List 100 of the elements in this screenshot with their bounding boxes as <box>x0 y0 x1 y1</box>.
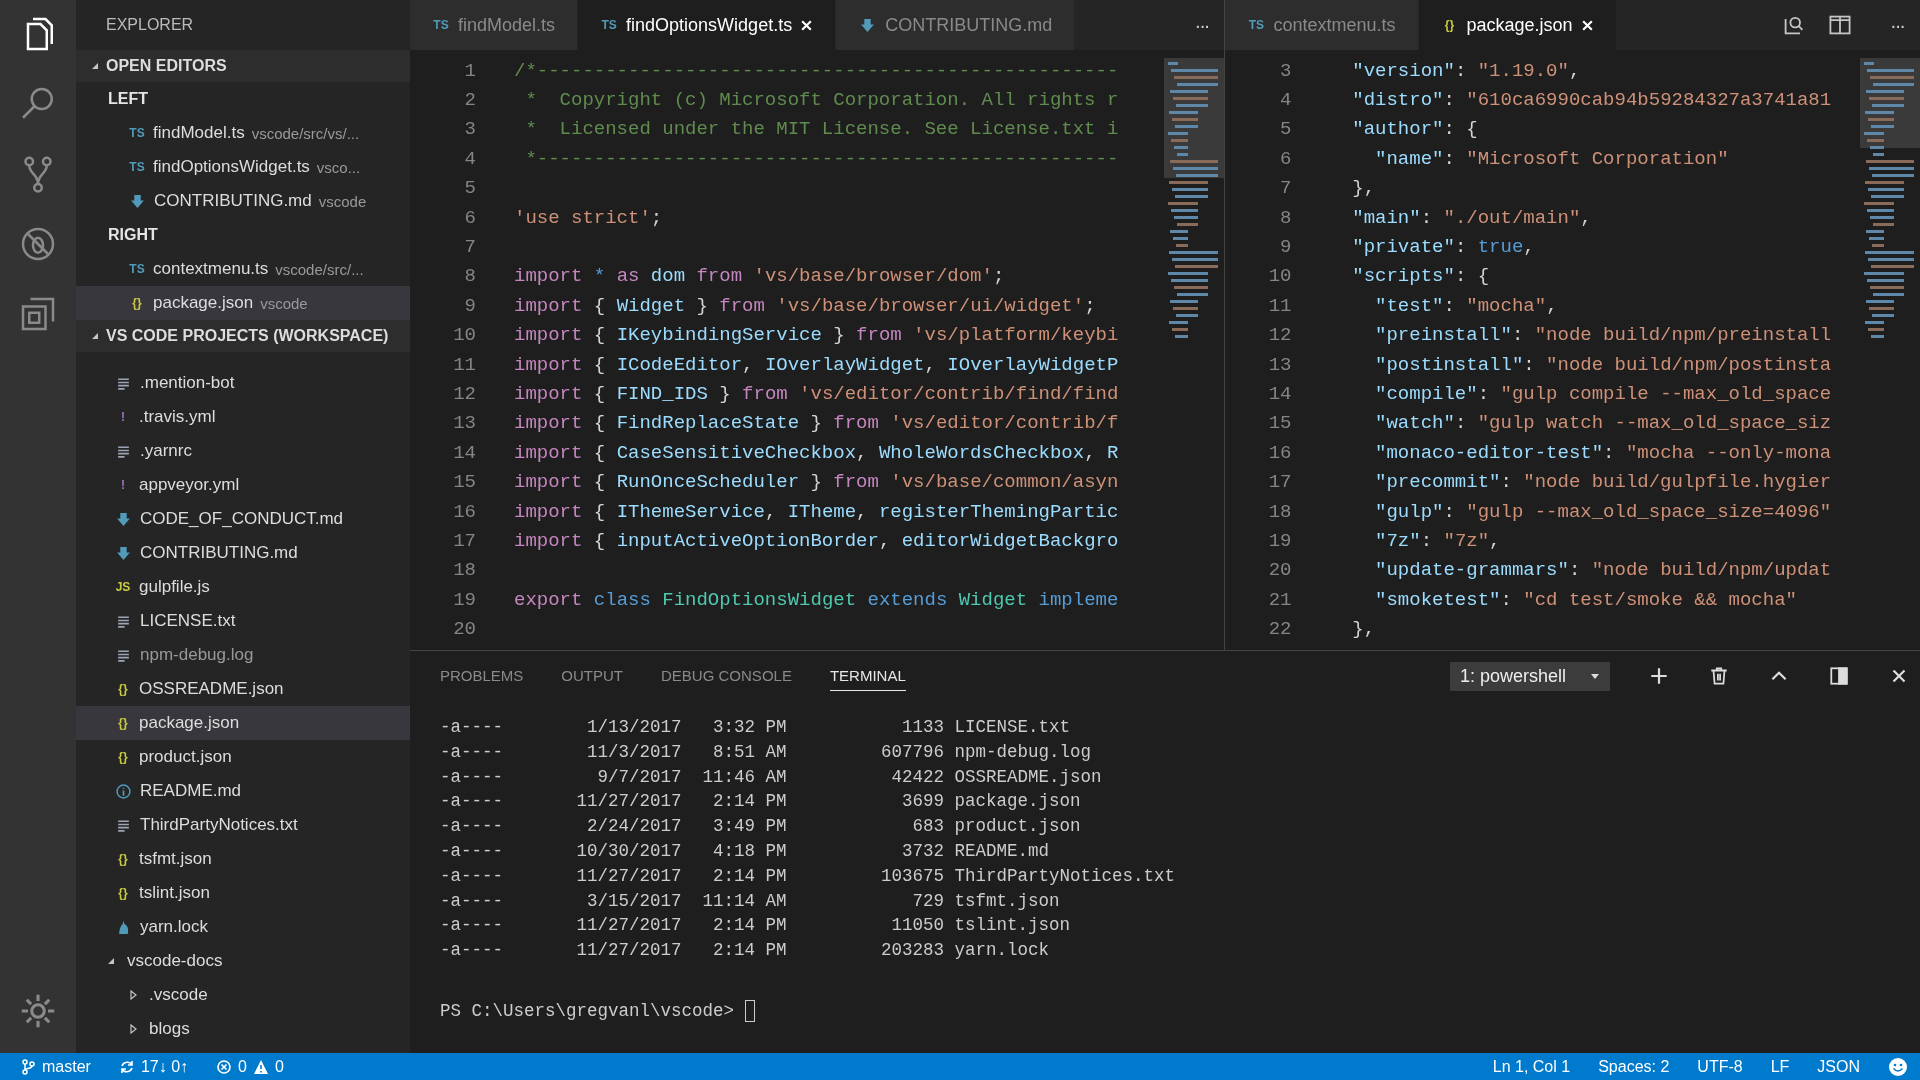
line-number: 8 <box>463 265 476 288</box>
file-tree-item[interactable]: npm-debug.log <box>76 638 410 672</box>
section-header[interactable]: OPEN EDITORS <box>76 50 410 82</box>
expanded-triangle-icon <box>106 956 116 966</box>
status-item[interactable]: Spaces: 2 <box>1598 1057 1670 1076</box>
collapsed-triangle-icon <box>128 1024 138 1034</box>
file-tree-item[interactable]: .vscode <box>76 978 410 1012</box>
branch-status[interactable]: master <box>20 1057 91 1076</box>
file-tree-item[interactable]: .mention-bot <box>76 366 410 400</box>
line-number: 14 <box>1267 383 1292 405</box>
file-tree-item[interactable]: vscode-docs <box>76 944 410 978</box>
status-item[interactable]: LF <box>1770 1057 1790 1076</box>
editor-tab[interactable]: CONTRIBUTING.md <box>836 0 1076 50</box>
file-tree-item[interactable]: yarn.lock <box>76 910 410 944</box>
terminal-line: -a---- 11/27/2017 2:14 PM 3699 package.json <box>440 790 1082 814</box>
line-number: 1 <box>463 59 476 82</box>
panel-tab[interactable]: TERMINAL <box>829 661 906 691</box>
more-actions-button[interactable]: ··· <box>1874 13 1920 37</box>
terminal-dropdown[interactable]: 1: powershell <box>1449 661 1610 691</box>
file-type-icon: TS <box>128 262 146 276</box>
code-line: "main": "./out/main", <box>1351 206 1592 229</box>
split-panel-icon[interactable] <box>1828 665 1850 687</box>
code-line: export class FindOptionsWidget extends Widget impleme <box>514 588 1119 611</box>
status-item[interactable]: JSON <box>1817 1057 1860 1076</box>
file-type-icon: TS <box>128 126 146 140</box>
sync-status[interactable]: 17↓ 0↑ <box>118 1057 189 1076</box>
file-tree-item[interactable]: {} product.json <box>76 740 410 774</box>
terminal-line: -a---- 1/13/2017 3:32 PM 1133 LICENSE.txt <box>440 716 1072 739</box>
open-editor-item[interactable]: TS findOptionsWidget.ts vsco... <box>76 150 410 184</box>
text-lines-icon <box>116 647 131 663</box>
editor-tab[interactable]: TS findModel.ts <box>410 0 579 50</box>
down-arrow-icon <box>116 511 131 527</box>
file-tree-item[interactable]: CONTRIBUTING.md <box>76 536 410 570</box>
file-type-icon: {} <box>114 750 132 764</box>
status-item[interactable]: Ln 1, Col 1 <box>1492 1057 1571 1076</box>
editor-tab[interactable]: TS contextmenu.ts <box>1225 0 1419 50</box>
file-tree-item[interactable]: LICENSE.txt <box>76 604 410 638</box>
split-editor-icon[interactable] <box>1828 13 1852 37</box>
file-type-icon: ! <box>114 478 132 492</box>
panel-tab[interactable]: OUTPUT <box>561 661 624 691</box>
problems-status[interactable]: 0 0 <box>216 1057 284 1076</box>
code-line: "7z": "7z", <box>1374 529 1501 552</box>
line-number: 20 <box>452 618 476 641</box>
terminal-line: -a---- 11/27/2017 2:14 PM 103675 ThirdPartyNotices.txt <box>440 864 1177 888</box>
file-tree-item[interactable]: CODE_OF_CONDUCT.md <box>76 502 410 536</box>
code-line: import { ICodeEditor, IOverlayWidget, IOverlayWidgetP <box>514 353 1119 376</box>
status-item[interactable]: UTF-8 <box>1697 1057 1743 1076</box>
code-line: "update-grammars": "node build/npm/updat <box>1374 559 1832 582</box>
file-type-icon: {} <box>114 852 132 866</box>
text-lines-icon <box>116 613 131 629</box>
section-header[interactable]: VS CODE PROJECTS (WORKSPACE) <box>76 320 410 352</box>
info-icon <box>116 783 131 799</box>
line-number: 6 <box>1279 147 1292 170</box>
file-tree-item[interactable]: {} OSSREADME.json <box>76 672 410 706</box>
file-tree-item[interactable]: {} tsfmt.json <box>76 842 410 876</box>
line-number: 20 <box>1267 559 1292 582</box>
line-number: 18 <box>1267 500 1292 523</box>
file-tree-item[interactable]: ! .travis.yml <box>76 400 410 434</box>
file-tree-item[interactable]: JS gulpfile.js <box>76 570 410 604</box>
code-line: /*--------------------------------------------------- <box>514 59 1119 82</box>
close-icon[interactable] <box>1580 18 1594 32</box>
file-type-icon: TS <box>600 18 619 32</box>
editor-tab[interactable]: TS findOptionsWidget.ts <box>578 0 837 50</box>
open-editor-item[interactable]: TS findModel.ts vscode/src/vs/... <box>76 116 410 150</box>
line-number: 11 <box>452 353 476 376</box>
code-line: }, <box>1351 618 1376 641</box>
panel-tab[interactable]: PROBLEMS <box>440 661 524 691</box>
file-tree-item[interactable]: README.md <box>76 774 410 808</box>
line-number: 14 <box>452 441 476 464</box>
open-editor-item[interactable]: CONTRIBUTING.md vscode <box>76 184 410 218</box>
editor-tab[interactable]: {} package.json <box>1418 0 1617 50</box>
expanded-triangle-icon <box>90 331 100 341</box>
close-icon[interactable] <box>800 18 814 32</box>
file-tree-item[interactable]: blogs <box>76 1012 410 1046</box>
code-line: "name": "Microsoft Corporation" <box>1374 147 1729 170</box>
plus-icon[interactable] <box>1648 665 1670 687</box>
file-tree-item[interactable]: {} package.json <box>76 706 410 740</box>
line-number: 7 <box>463 236 476 259</box>
file-type-icon: {} <box>114 682 132 696</box>
trash-icon[interactable] <box>1708 665 1730 687</box>
panel-tab[interactable]: DEBUG CONSOLE <box>661 661 792 691</box>
file-type-icon: {} <box>1440 18 1459 32</box>
file-tree-item[interactable]: .yarnrc <box>76 434 410 468</box>
code-line: "test": "mocha", <box>1374 294 1558 317</box>
collapsed-triangle-icon <box>128 990 138 1000</box>
file-tree-item[interactable]: {} tslint.json <box>76 876 410 910</box>
code-line: import { Widget } from 'vs/base/browser/ui/widget'; <box>514 294 1096 317</box>
file-tree-item[interactable]: ! appveyor.yml <box>76 468 410 502</box>
code-line: "monaco-editor-test": "mocha --only-mona <box>1374 441 1832 464</box>
text-cursor <box>744 1000 755 1023</box>
open-editor-item[interactable]: {} package.json vscode <box>76 286 410 320</box>
more-actions-button[interactable]: ··· <box>1178 13 1225 37</box>
file-type-icon: {} <box>128 296 146 310</box>
file-type-icon: TS <box>128 160 146 174</box>
code-line: "postinstall": "node build/npm/postinsta <box>1374 353 1832 376</box>
file-tree-item[interactable]: ThirdPartyNotices.txt <box>76 808 410 842</box>
smiley-icon[interactable] <box>1888 1056 1908 1077</box>
code-line: "compile": "gulp compile --max_old_space <box>1374 383 1832 405</box>
open-editor-item[interactable]: TS contextmenu.ts vscode/src/... <box>76 252 410 286</box>
line-number: 8 <box>1279 206 1292 229</box>
